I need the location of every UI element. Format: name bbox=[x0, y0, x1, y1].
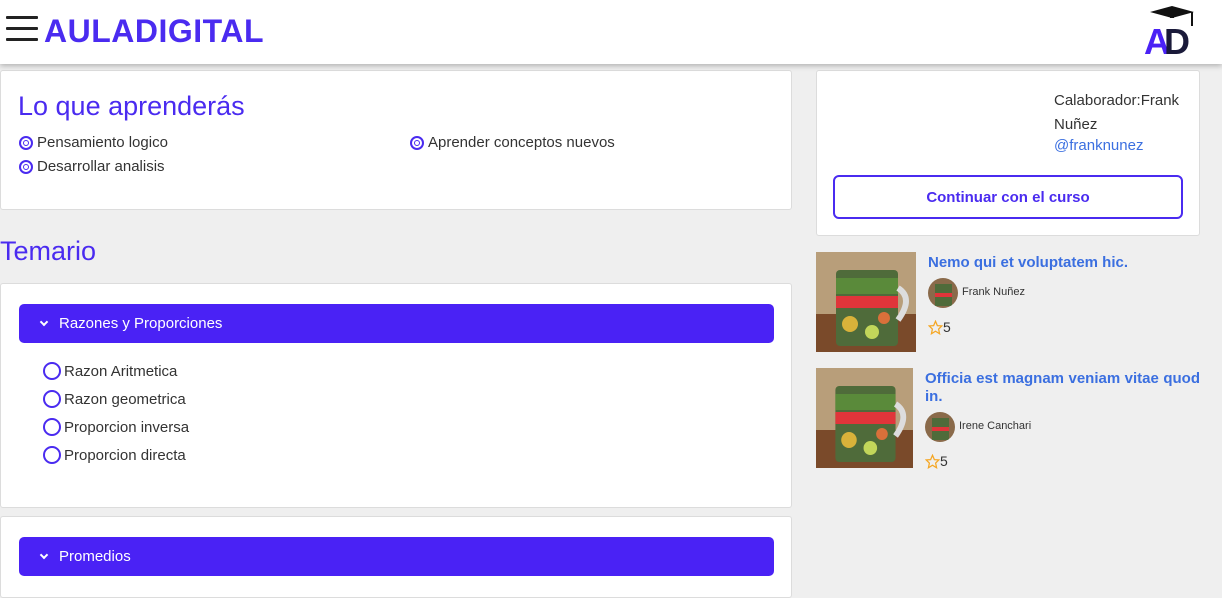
target-icon bbox=[19, 135, 33, 150]
target-icon bbox=[410, 135, 424, 150]
syllabus-title: Temario bbox=[0, 236, 97, 266]
brand-title[interactable]: AULADIGITAL bbox=[44, 13, 264, 50]
learning-goal-item: Desarrollar analisis bbox=[19, 158, 165, 175]
star-icon bbox=[928, 319, 943, 335]
section-toggle-promedios[interactable]: Promedios bbox=[19, 537, 774, 576]
auladigital-logo[interactable]: A D bbox=[1142, 4, 1202, 58]
svg-text:D: D bbox=[1164, 21, 1190, 58]
chevron-down-icon bbox=[39, 550, 49, 559]
collaborator-card: Calaborador:Frank Nuñez @franknunez Cont… bbox=[816, 70, 1200, 236]
lesson-item[interactable]: Razon Aritmetica bbox=[43, 362, 177, 380]
course-title-link[interactable]: Nemo qui et voluptatem hic. bbox=[928, 254, 1198, 272]
author-name: Irene Canchari bbox=[959, 420, 1032, 432]
author-avatar bbox=[925, 412, 955, 442]
author-avatar bbox=[928, 278, 958, 308]
course-rating: 5 bbox=[925, 453, 948, 469]
course-thumbnail[interactable] bbox=[816, 252, 916, 352]
related-course-card[interactable]: Nemo qui et voluptatem hic. Frank Nuñez … bbox=[816, 252, 1200, 352]
section-toggle-razones[interactable]: Razones y Proporciones bbox=[19, 304, 774, 343]
chevron-down-icon bbox=[39, 317, 49, 326]
target-icon bbox=[19, 159, 33, 174]
collaborator-name: Calaborador:Frank Nuñez bbox=[1054, 92, 1180, 133]
learning-goal-item: Pensamiento logico bbox=[19, 134, 168, 151]
lesson-item[interactable]: Proporcion inversa bbox=[43, 418, 189, 436]
star-icon bbox=[925, 453, 940, 469]
lesson-item[interactable]: Proporcion directa bbox=[43, 446, 186, 464]
course-rating: 5 bbox=[928, 319, 951, 335]
course-thumbnail[interactable] bbox=[816, 368, 913, 468]
learning-goal-item: Aprender conceptos nuevos bbox=[410, 134, 615, 151]
circle-icon bbox=[43, 446, 61, 464]
collaborator-handle-link[interactable]: @franknunez bbox=[1054, 137, 1143, 154]
course-title-link[interactable]: Officia est magnam veniam vitae quod in. bbox=[925, 370, 1200, 406]
circle-icon bbox=[43, 362, 61, 380]
continue-course-button[interactable]: Continuar con el curso bbox=[833, 175, 1183, 219]
hamburger-menu-icon[interactable] bbox=[6, 16, 38, 44]
circle-icon bbox=[43, 418, 61, 436]
top-navbar: AULADIGITAL A D bbox=[0, 0, 1222, 64]
learning-goals-card: Lo que aprenderás Pensamiento logico Apr… bbox=[0, 70, 792, 210]
learning-goals-title: Lo que aprenderás bbox=[18, 91, 245, 121]
syllabus-section-card: Promedios bbox=[0, 516, 792, 598]
circle-icon bbox=[43, 390, 61, 408]
lesson-item[interactable]: Razon geometrica bbox=[43, 390, 186, 408]
author-name: Frank Nuñez bbox=[962, 286, 1025, 298]
syllabus-section-card: Razones y Proporciones Razon Aritmetica … bbox=[0, 283, 792, 508]
related-course-card[interactable]: Officia est magnam veniam vitae quod in.… bbox=[816, 368, 1200, 469]
